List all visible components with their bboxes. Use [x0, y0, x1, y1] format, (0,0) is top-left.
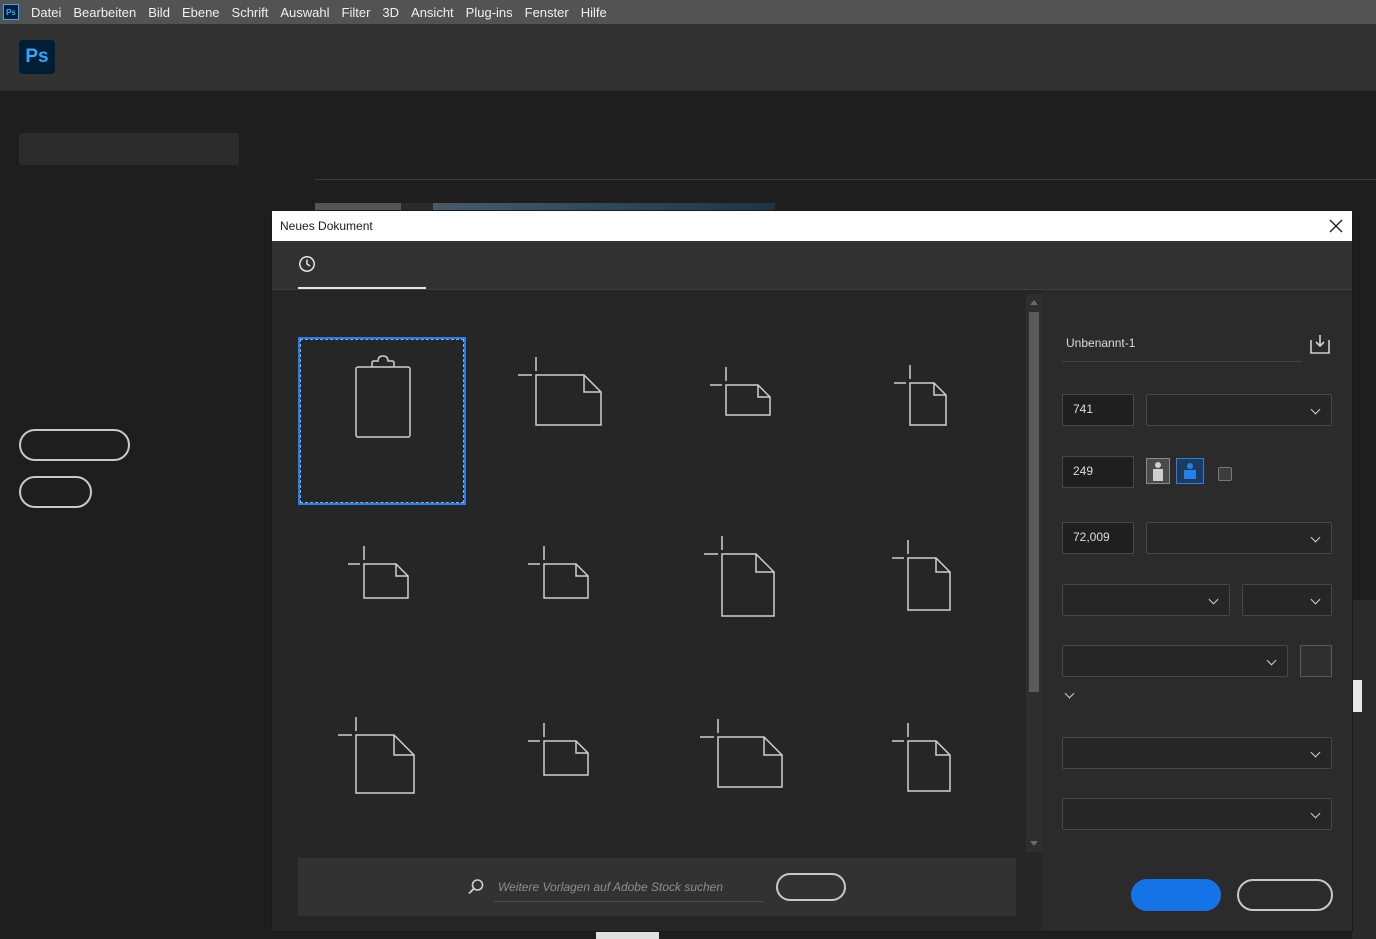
clock-icon	[299, 256, 315, 272]
menu-fenster[interactable]: Fenster	[519, 5, 575, 20]
artboards-checkbox[interactable]	[1218, 467, 1232, 481]
chevron-down-icon[interactable]	[1064, 688, 1075, 699]
document-portrait-icon	[892, 723, 951, 792]
close-icon[interactable]	[1326, 216, 1346, 236]
menu-filter[interactable]: Filter	[336, 5, 377, 20]
menu-ebene[interactable]: Ebene	[176, 5, 226, 20]
menu-ansicht[interactable]: Ansicht	[405, 5, 460, 20]
document-landscape-icon	[700, 719, 783, 788]
scroll-down-arrow-icon[interactable]	[1030, 841, 1038, 846]
document-landscape-icon	[528, 546, 589, 599]
photoshop-app-icon[interactable]: Ps	[3, 4, 19, 20]
background-color-swatch[interactable]	[1300, 645, 1332, 677]
color-profile-dropdown[interactable]	[1062, 737, 1332, 769]
height-input[interactable]: 249	[1062, 456, 1134, 488]
preset-item[interactable]	[838, 516, 1006, 684]
menu-plug-ins[interactable]: Plug-ins	[460, 5, 519, 20]
document-landscape-icon	[710, 367, 771, 416]
pixel-aspect-ratio-dropdown[interactable]	[1062, 798, 1332, 830]
document-portrait-icon	[704, 536, 775, 617]
preset-item[interactable]	[298, 695, 466, 863]
background-content-dropdown[interactable]	[1062, 645, 1288, 677]
dialog-title: Neues Dokument	[280, 219, 373, 233]
preset-item[interactable]	[658, 695, 826, 863]
close-button[interactable]	[1237, 879, 1333, 911]
preset-details-panel: Unbenannt-1 741 249 72,009	[1042, 290, 1352, 931]
resolution-input[interactable]: 72,009	[1062, 522, 1134, 554]
menu-datei[interactable]: Datei	[25, 5, 67, 20]
width-unit-dropdown[interactable]	[1146, 394, 1332, 426]
landscape-orientation-icon[interactable]	[1176, 458, 1204, 484]
tab-recent[interactable]	[298, 255, 426, 289]
home-sidebar-placeholder	[19, 133, 239, 165]
color-mode-dropdown[interactable]	[1062, 584, 1230, 616]
create-button[interactable]	[1131, 879, 1221, 911]
preset-item[interactable]	[658, 516, 826, 684]
stock-search-input[interactable]	[494, 872, 764, 902]
home-new-file-button[interactable]	[19, 429, 130, 461]
preset-item[interactable]	[478, 516, 646, 684]
search-icon	[468, 879, 484, 895]
document-landscape-icon	[348, 546, 409, 599]
menu-auswahl[interactable]: Auswahl	[274, 5, 335, 20]
preset-item[interactable]	[838, 695, 1006, 863]
document-name-field[interactable]: Unbenannt-1	[1062, 324, 1302, 362]
preset-item[interactable]	[658, 337, 826, 505]
document-portrait-icon	[338, 717, 415, 794]
preset-gallery	[272, 290, 1042, 931]
save-preset-icon[interactable]	[1308, 332, 1332, 356]
home-right-edge-panel	[1352, 600, 1376, 939]
clipboard-icon	[355, 355, 411, 438]
stock-search-bar	[298, 858, 1016, 916]
menu-bearbeiten[interactable]: Bearbeiten	[67, 5, 142, 20]
photoshop-logo[interactable]: Ps	[19, 40, 55, 74]
document-landscape-icon	[528, 723, 589, 776]
preset-item[interactable]	[838, 337, 1006, 505]
document-portrait-icon	[892, 540, 951, 611]
new-document-dialog: Neues Dokument Weitere Vorlagen auf Adob…	[272, 211, 1352, 931]
menu-bar: Ps Datei Bearbeiten Bild Ebene Schrift A…	[0, 0, 1376, 24]
home-bottom-element	[596, 931, 659, 939]
home-header: Ps	[0, 24, 1376, 91]
preset-item[interactable]	[298, 516, 466, 684]
menu-hilfe[interactable]: Hilfe	[575, 5, 613, 20]
width-input[interactable]: 741	[1062, 394, 1134, 426]
scrollbar-thumb[interactable]	[1029, 312, 1039, 692]
preset-item[interactable]	[478, 695, 646, 863]
home-open-button[interactable]	[19, 476, 92, 508]
scroll-up-arrow-icon[interactable]	[1030, 300, 1038, 305]
menu-3d[interactable]: 3D	[376, 5, 405, 20]
dialog-tab-bar	[272, 241, 1352, 290]
menu-schrift[interactable]: Schrift	[226, 5, 275, 20]
home-right-edge-bar	[1352, 680, 1362, 712]
stock-search-button[interactable]	[776, 873, 846, 901]
portrait-orientation-icon[interactable]	[1146, 458, 1170, 484]
preset-item-clipboard[interactable]	[298, 337, 466, 505]
bit-depth-dropdown[interactable]	[1242, 584, 1332, 616]
document-portrait-icon	[894, 365, 947, 426]
dialog-titlebar: Neues Dokument	[272, 211, 1352, 241]
resolution-unit-dropdown[interactable]	[1146, 522, 1332, 554]
gallery-scrollbar[interactable]	[1026, 294, 1042, 852]
document-landscape-icon	[518, 357, 602, 426]
preset-item[interactable]	[478, 337, 646, 505]
menu-bild[interactable]: Bild	[142, 5, 176, 20]
home-divider	[315, 179, 1376, 180]
